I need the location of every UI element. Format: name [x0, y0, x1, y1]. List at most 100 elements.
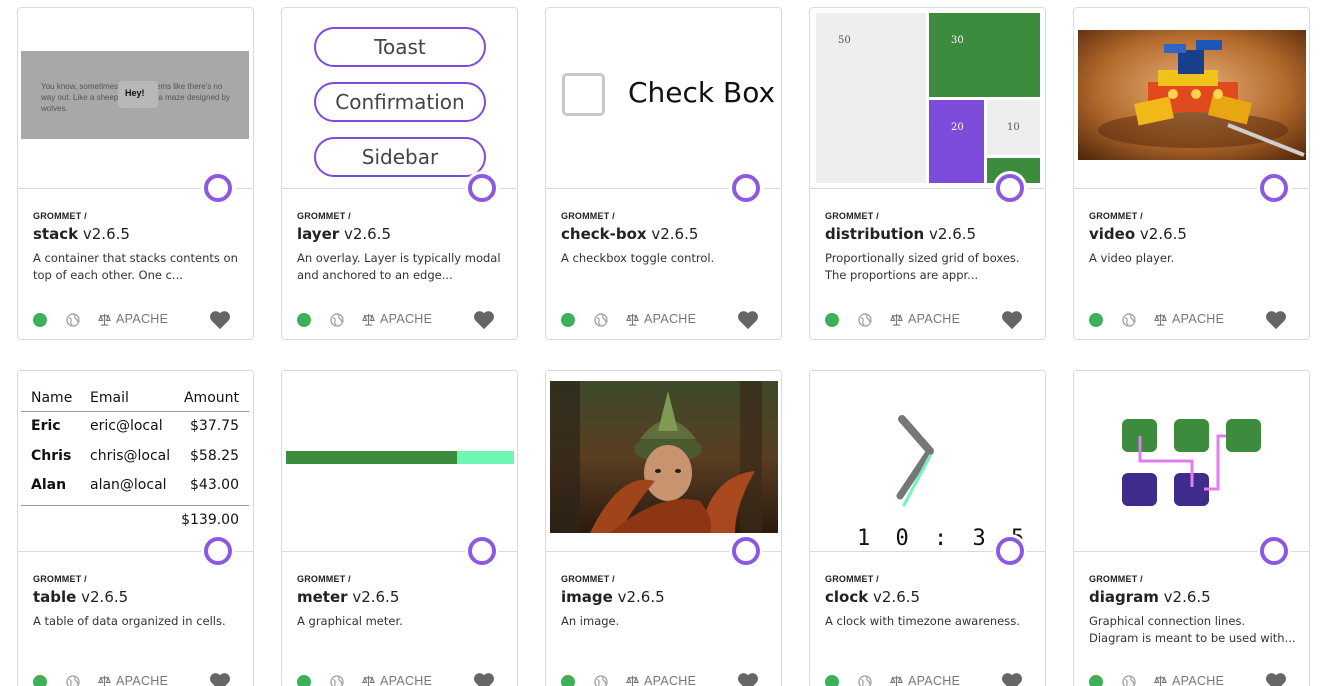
diagram-node: [1174, 419, 1209, 452]
card-image[interactable]: GROMMET / image v2.6.5 An image. APACHE: [545, 370, 782, 686]
package-scope: GROMMET /: [33, 574, 87, 584]
package-version: v2.6.5: [651, 225, 699, 243]
card-clock[interactable]: 1 0 : 3 5 : 3 4 GROMMET / clock v2.6.5 A…: [809, 370, 1046, 686]
package-name: meter: [297, 588, 348, 606]
preview-clock: 1 0 : 3 5 : 3 4: [810, 371, 1045, 551]
package-version: v2.6.5: [352, 588, 400, 606]
card-distribution[interactable]: 50 30 20 10 GROMMET / distribution v2.6.…: [809, 7, 1046, 340]
grommet-ring-icon: [993, 171, 1027, 205]
package-name: image: [561, 588, 613, 606]
card-meta: APACHE: [561, 672, 771, 686]
heart-icon[interactable]: [1265, 672, 1287, 686]
table-cell: alan@local: [90, 477, 167, 493]
card-check-box[interactable]: Check Box GROMMET / check-box v2.6.5 A c…: [545, 7, 782, 340]
heart-icon[interactable]: [473, 310, 495, 330]
heart-icon[interactable]: [209, 310, 231, 330]
preview-check-box: Check Box: [546, 8, 781, 188]
distribution-box-20: 20: [929, 100, 984, 183]
license-label: APACHE: [626, 674, 696, 686]
heart-icon[interactable]: [737, 310, 759, 330]
checkbox-input[interactable]: [562, 73, 605, 116]
preview-meter: [282, 371, 517, 551]
globe-icon: [858, 313, 872, 327]
package-title[interactable]: clock v2.6.5: [825, 588, 1035, 606]
sidebar-button[interactable]: Sidebar: [314, 137, 486, 177]
video-player[interactable]: [1078, 30, 1306, 160]
table-cell: $43.00: [190, 477, 239, 493]
card-diagram[interactable]: GROMMET / diagram v2.6.5 Graphical conne…: [1073, 370, 1310, 686]
license-label: APACHE: [98, 312, 168, 326]
package-scope: GROMMET /: [297, 211, 351, 221]
confirmation-button[interactable]: Confirmation: [314, 82, 486, 122]
package-title[interactable]: table v2.6.5: [33, 588, 243, 606]
heart-icon[interactable]: [1001, 672, 1023, 686]
package-scope: GROMMET /: [1089, 574, 1143, 584]
package-description: An overlay. Layer is typically modal and…: [297, 251, 501, 282]
license-label: APACHE: [890, 312, 960, 326]
package-description: A container that stacks contents on top …: [33, 251, 238, 282]
scale-icon: [1154, 675, 1167, 686]
table-cell: Eric: [31, 418, 61, 434]
grommet-ring-icon: [201, 171, 235, 205]
card-stack[interactable]: You know, sometimes in life it seems lik…: [17, 7, 254, 340]
checkbox-label[interactable]: Check Box: [628, 76, 775, 109]
table-row: Alan alan@local $43.00: [21, 471, 249, 501]
scale-icon: [626, 313, 639, 326]
package-title[interactable]: stack v2.6.5: [33, 225, 243, 243]
toast-button[interactable]: Toast: [314, 27, 486, 67]
scale-icon: [362, 313, 375, 326]
package-name: diagram: [1089, 588, 1159, 606]
diagram-graphic: [1122, 419, 1261, 506]
license-text: APACHE: [644, 674, 697, 686]
license-label: APACHE: [98, 674, 168, 686]
package-scope: GROMMET /: [825, 211, 879, 221]
table-cell: $37.75: [190, 418, 239, 434]
card-meta: APACHE: [1089, 310, 1299, 330]
heart-icon[interactable]: [737, 672, 759, 686]
heart-icon[interactable]: [473, 672, 495, 686]
status-dot-icon: [825, 675, 839, 686]
distribution-value: 10: [1007, 122, 1020, 133]
table-header-cell: Email: [90, 390, 129, 406]
card-layer[interactable]: Toast Confirmation Sidebar GROMMET / lay…: [281, 7, 518, 340]
globe-icon: [330, 675, 344, 686]
package-description: A clock with timezone awareness.: [825, 614, 1020, 628]
heart-icon[interactable]: [1001, 310, 1023, 330]
package-title[interactable]: video v2.6.5: [1089, 225, 1299, 243]
card-info: GROMMET / table v2.6.5 A table of data o…: [33, 574, 243, 630]
package-title[interactable]: image v2.6.5: [561, 588, 771, 606]
package-title[interactable]: distribution v2.6.5: [825, 225, 1035, 243]
scale-icon: [890, 313, 903, 326]
package-scope: GROMMET /: [33, 211, 87, 221]
status-dot-icon: [1089, 313, 1103, 327]
package-version: v2.6.5: [343, 225, 391, 243]
heart-icon[interactable]: [209, 672, 231, 686]
package-title[interactable]: layer v2.6.5: [297, 225, 507, 243]
card-info: GROMMET / distribution v2.6.5 Proportion…: [825, 211, 1035, 284]
package-title[interactable]: check-box v2.6.5: [561, 225, 771, 243]
package-title[interactable]: meter v2.6.5: [297, 588, 507, 606]
globe-icon: [858, 675, 872, 686]
package-name: stack: [33, 225, 79, 243]
package-title[interactable]: diagram v2.6.5: [1089, 588, 1299, 606]
preview-diagram: [1074, 371, 1309, 551]
globe-icon: [330, 313, 344, 327]
license-label: APACHE: [362, 312, 432, 326]
heart-icon[interactable]: [1265, 310, 1287, 330]
sample-image: [550, 381, 778, 533]
preview-table: Name Email Amount Eric eric@local $37.75…: [18, 371, 253, 551]
analog-clock: [896, 415, 934, 507]
card-video[interactable]: GROMMET / video v2.6.5 A video player. A…: [1073, 7, 1310, 340]
distribution-box-10: 10: [987, 100, 1040, 155]
preview-image: [546, 371, 781, 551]
package-name: table: [33, 588, 77, 606]
status-dot-icon: [33, 313, 47, 327]
card-table[interactable]: Name Email Amount Eric eric@local $37.75…: [17, 370, 254, 686]
card-meter[interactable]: GROMMET / meter v2.6.5 A graphical meter…: [281, 370, 518, 686]
package-scope: GROMMET /: [561, 574, 615, 584]
grommet-ring-icon: [465, 534, 499, 568]
package-version: v2.6.5: [617, 588, 665, 606]
distribution-value: 30: [951, 35, 964, 46]
status-dot-icon: [561, 675, 575, 686]
data-table: Name Email Amount Eric eric@local $37.75…: [21, 384, 249, 532]
